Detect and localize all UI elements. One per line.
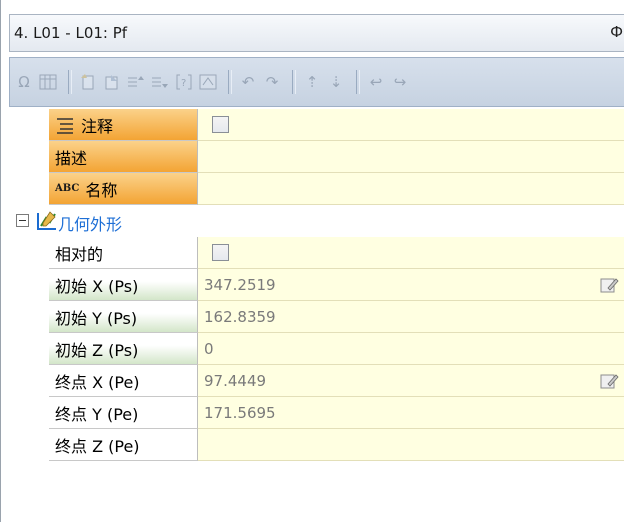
end-x-field[interactable]: 97.4449 (198, 365, 624, 397)
svg-text:?: ? (181, 78, 186, 89)
edit-pencil-icon[interactable] (599, 275, 621, 295)
end-y-field[interactable]: 171.5695 (198, 397, 624, 429)
name-label-text: 名称 (85, 180, 118, 200)
end-x-value: 97.4449 (204, 371, 267, 390)
matrix-icon[interactable] (198, 71, 218, 93)
start-z-field[interactable]: 0 (198, 333, 624, 365)
undo-arc-icon[interactable]: ↩ (366, 71, 386, 93)
relative-checkbox[interactable] (212, 244, 229, 261)
bracket-icon[interactable]: ? (174, 71, 194, 93)
property-row-name: ABC 名称 (9, 173, 624, 205)
rotate-left-icon[interactable]: ↶ (238, 71, 258, 93)
relative-label: 相对的 (49, 237, 198, 269)
start-x-label: 初始 X (Ps) (49, 269, 198, 301)
step-down-icon[interactable]: ⇣ (326, 71, 346, 93)
section-geometry[interactable]: 几何外形 (9, 205, 624, 238)
toolbar-separator (228, 70, 232, 94)
name-label: ABC 名称 (49, 173, 198, 205)
toolbar-separator (68, 70, 72, 94)
indent-down-icon[interactable] (150, 71, 170, 93)
property-row-start-z: 初始 Z (Ps) 0 (9, 333, 624, 365)
property-row-start-y: 初始 Y (Ps) 162.8359 (9, 301, 624, 333)
property-row-description: 描述 (9, 141, 624, 173)
name-field[interactable] (198, 173, 624, 205)
property-row-end-x: 终点 X (Pe) 97.4449 (9, 365, 624, 397)
window-titlebar[interactable]: 4. L01 - L01: Pf Ф (9, 14, 624, 52)
window-title: 4. L01 - L01: Pf (14, 24, 128, 42)
paste-icon[interactable] (102, 71, 122, 93)
comment-checkbox[interactable] (212, 116, 229, 133)
start-z-label: 初始 Z (Ps) (49, 333, 198, 365)
property-row-start-x: 初始 X (Ps) 347.2519 (9, 269, 624, 301)
indent-up-icon[interactable] (126, 71, 146, 93)
abc-text-icon: ABC (55, 183, 80, 194)
property-window: 4. L01 - L01: Pf Ф Ω ? ↶ ↷ ⇡ ⇣ ↩ ↪ 注释 描述… (0, 0, 624, 522)
property-row-relative: 相对的 (9, 237, 624, 269)
redo-arc-icon[interactable]: ↪ (390, 71, 410, 93)
property-grid: 注释 描述 ABC 名称 几何外形 相对的 初始 X (Ps) 347.2519… (9, 107, 624, 522)
property-row-comment: 注释 (9, 109, 624, 141)
section-geometry-label: 几何外形 (58, 215, 123, 234)
end-z-field[interactable] (198, 429, 624, 461)
property-row-end-z: 终点 Z (Pe) (9, 429, 624, 461)
toolbar: Ω ? ↶ ↷ ⇡ ⇣ ↩ ↪ (9, 57, 624, 107)
start-y-field[interactable]: 162.8359 (198, 301, 624, 333)
edit-pencil-icon[interactable] (599, 371, 621, 391)
grid-icon[interactable] (38, 71, 58, 93)
description-label: 描述 (49, 141, 198, 173)
collapse-icon[interactable] (16, 214, 29, 227)
comment-label: 注释 (49, 109, 198, 141)
relative-value[interactable] (198, 237, 624, 269)
toolbar-separator (292, 70, 296, 94)
end-z-label: 终点 Z (Pe) (49, 429, 198, 461)
end-y-label: 终点 Y (Pe) (49, 397, 198, 429)
pin-icon[interactable]: Ф (610, 23, 623, 41)
comment-label-text: 注释 (81, 116, 114, 136)
property-row-end-y: 终点 Y (Pe) 171.5695 (9, 397, 624, 429)
start-y-label: 初始 Y (Ps) (49, 301, 198, 333)
toolbar-separator (356, 70, 360, 94)
comment-value[interactable] (198, 109, 624, 141)
description-field[interactable] (198, 141, 624, 173)
start-x-value: 347.2519 (204, 275, 276, 294)
step-up-icon[interactable]: ⇡ (302, 71, 322, 93)
end-x-label: 终点 X (Pe) (49, 365, 198, 397)
geometry-icon (35, 209, 59, 233)
new-icon[interactable] (78, 71, 98, 93)
comment-lines-icon (55, 116, 77, 134)
start-x-field[interactable]: 347.2519 (198, 269, 624, 301)
rotate-right-icon[interactable]: ↷ (262, 71, 282, 93)
omega-icon[interactable]: Ω (14, 71, 34, 93)
